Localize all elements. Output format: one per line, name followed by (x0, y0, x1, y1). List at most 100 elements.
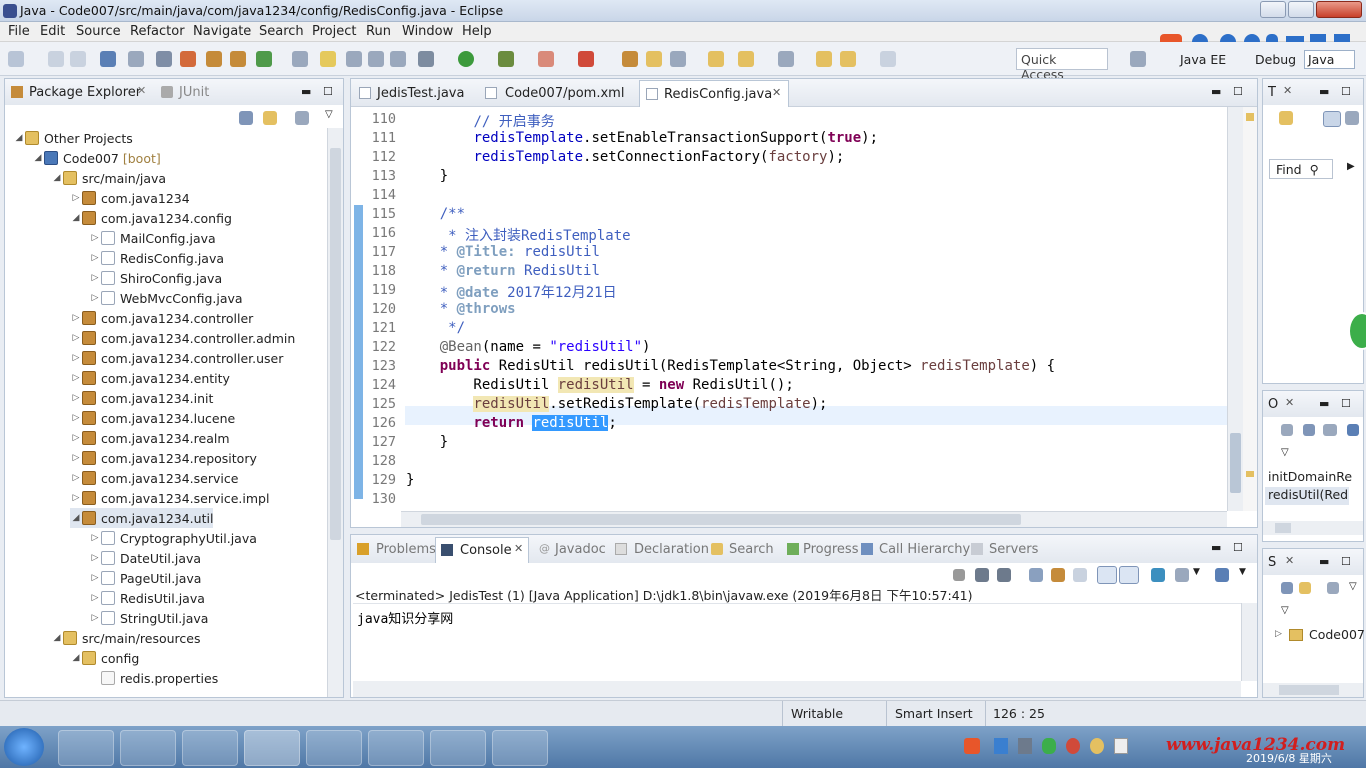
web-browser-icon[interactable] (180, 51, 196, 67)
minimize-view-icon[interactable]: ▬ (1319, 397, 1329, 410)
menu-run[interactable]: Run (366, 24, 391, 39)
tab-pom[interactable]: Code007/pom.xml (505, 86, 624, 101)
scroll-lock-icon[interactable] (1051, 568, 1065, 582)
taskbar-app-redis[interactable] (306, 730, 362, 766)
hide-nonpublic-icon[interactable] (1347, 424, 1359, 436)
save-all-icon[interactable] (70, 51, 86, 67)
remove-launch-icon[interactable] (975, 568, 989, 582)
collapse-all-icon[interactable] (1281, 582, 1293, 594)
view-menu-icon[interactable]: ▽ (1281, 447, 1289, 458)
console-horizontal-scrollbar[interactable] (353, 681, 1241, 697)
tree-item[interactable]: ▷ StringUtil.java (89, 608, 209, 628)
collapse-all-icon[interactable] (239, 111, 253, 125)
code-line[interactable]: } (406, 168, 448, 187)
code-line[interactable]: redisUtil.setRedisTemplate(redisTemplate… (406, 396, 827, 415)
tree-item[interactable]: ▷ ShiroConfig.java (89, 268, 223, 288)
twisty-closed-icon[interactable]: ▷ (89, 573, 101, 583)
filter-icon[interactable] (1345, 111, 1359, 125)
twisty-closed-icon[interactable]: ▷ (70, 313, 82, 323)
tree-item[interactable]: ◢ config (70, 648, 140, 668)
show-whitespace-icon[interactable] (390, 51, 406, 67)
code-line[interactable]: } (406, 472, 414, 491)
tree-item[interactable]: ▷ PageUtil.java (89, 568, 202, 588)
tree-item[interactable]: ▷ com.java1234.entity (70, 368, 230, 388)
tab-outline[interactable]: O (1268, 397, 1278, 412)
scrollbar-thumb[interactable] (330, 148, 341, 540)
link-editor-icon[interactable] (263, 111, 277, 125)
display-tray-icon[interactable] (1018, 738, 1032, 754)
twisty-closed-icon[interactable]: ▷ (70, 353, 82, 363)
console-output-area[interactable]: java知识分享网 (353, 603, 1241, 681)
back-arrow-icon[interactable] (840, 51, 856, 67)
start-button[interactable] (4, 728, 44, 766)
link-editor-icon[interactable] (1299, 582, 1311, 594)
search-tool-icon[interactable] (670, 51, 686, 67)
remove-all-icon[interactable] (997, 568, 1011, 582)
save-icon[interactable] (48, 51, 64, 67)
twisty-open-icon[interactable]: ◢ (32, 153, 44, 163)
tree-item[interactable]: ▷ com.java1234.service.impl (70, 488, 270, 508)
code-line[interactable]: @Bean(name = "redisUtil") (406, 339, 651, 358)
tree-item[interactable]: ▷ WebMvcConfig.java (89, 288, 243, 308)
tree-item[interactable]: ▷ com.java1234 (70, 188, 190, 208)
scrollbar-thumb[interactable] (1230, 433, 1241, 493)
debug-icon[interactable] (418, 51, 434, 67)
tree-item[interactable]: ▷ com.java1234.repository (70, 448, 257, 468)
tab-call-hierarchy[interactable]: Call Hierarchy (879, 542, 970, 557)
tray-icon[interactable] (1066, 738, 1080, 754)
open-task-icon[interactable] (622, 51, 638, 67)
network-tray-icon[interactable] (1114, 738, 1128, 754)
minimize-view-icon[interactable]: ▬ (1211, 85, 1221, 98)
maximize-view-icon[interactable]: ☐ (1341, 397, 1351, 410)
tree-item[interactable]: ◢ com.java1234.util (70, 508, 214, 528)
open-console-icon[interactable] (1215, 568, 1229, 582)
show-stdout-icon[interactable] (1097, 566, 1117, 584)
twisty-closed-icon[interactable]: ▷ (89, 233, 101, 243)
tree-item[interactable]: ◢ Other Projects (13, 128, 133, 148)
forward-arrow-icon[interactable] (880, 51, 896, 67)
pin-icon[interactable] (738, 51, 754, 67)
tab-junit[interactable]: JUnit (179, 85, 209, 100)
categorize-icon[interactable] (1323, 111, 1341, 127)
taskbar-app-chrome[interactable] (430, 730, 486, 766)
tree-item[interactable]: ◢ com.java1234.config (70, 208, 232, 228)
toggle-mark-icon[interactable] (128, 51, 144, 67)
twisty-closed-icon[interactable]: ▷ (70, 453, 82, 463)
tree-item[interactable]: ▷ com.java1234.controller.user (70, 348, 284, 368)
back-icon[interactable] (816, 51, 832, 67)
tab-jedistest[interactable]: JedisTest.java (377, 86, 464, 101)
stop-icon[interactable] (538, 51, 554, 67)
active-console-tab[interactable]: Console ✕ (435, 537, 529, 563)
twisty-open-icon[interactable]: ◢ (51, 173, 63, 183)
focus-icon[interactable] (1327, 582, 1339, 594)
maximize-view-icon[interactable]: ☐ (1233, 85, 1243, 98)
tab-servers[interactable]: Servers (989, 542, 1038, 557)
twisty-closed-icon[interactable]: ▷ (70, 493, 82, 503)
tree-item[interactable]: ▷ RedisConfig.java (89, 248, 224, 268)
quick-access-input[interactable]: Quick Access (1016, 48, 1108, 82)
scrollbar-thumb[interactable] (1279, 685, 1339, 695)
code-line[interactable]: RedisUtil redisUtil = new RedisUtil(); (406, 377, 794, 396)
tab-redisconfig[interactable]: RedisConfig.java (664, 87, 772, 102)
tray-icon[interactable] (994, 738, 1008, 754)
az-sort-icon[interactable] (1323, 424, 1337, 436)
find-input[interactable]: Find ⚲ (1269, 159, 1333, 179)
tree-item[interactable]: ▷ RedisUtil.java (89, 588, 205, 608)
tab-declaration[interactable]: Declaration (634, 542, 709, 557)
twisty-open-icon[interactable]: ◢ (70, 213, 82, 223)
code-line[interactable]: /** (406, 206, 465, 225)
focus-icon[interactable] (295, 111, 309, 125)
twisty-closed-icon[interactable]: ▷ (89, 593, 101, 603)
tree-item[interactable]: ▷ com.java1234.service (70, 468, 239, 488)
show-stderr-icon[interactable] (1119, 566, 1139, 584)
twisty-closed-icon[interactable]: ▷ (89, 553, 101, 563)
close-button[interactable] (1316, 1, 1362, 18)
hide-fields-icon[interactable] (1303, 424, 1315, 436)
code-line[interactable]: * 注入封装RedisTemplate (406, 225, 630, 244)
open-type-icon[interactable] (292, 51, 308, 67)
close-tab-icon[interactable]: ✕ (772, 86, 781, 99)
console-vertical-scrollbar[interactable] (1241, 603, 1257, 681)
tab-problems[interactable]: Problems (376, 542, 436, 557)
tab-javadoc[interactable]: Javadoc (555, 542, 606, 557)
sogou-tray-icon[interactable] (964, 738, 980, 754)
